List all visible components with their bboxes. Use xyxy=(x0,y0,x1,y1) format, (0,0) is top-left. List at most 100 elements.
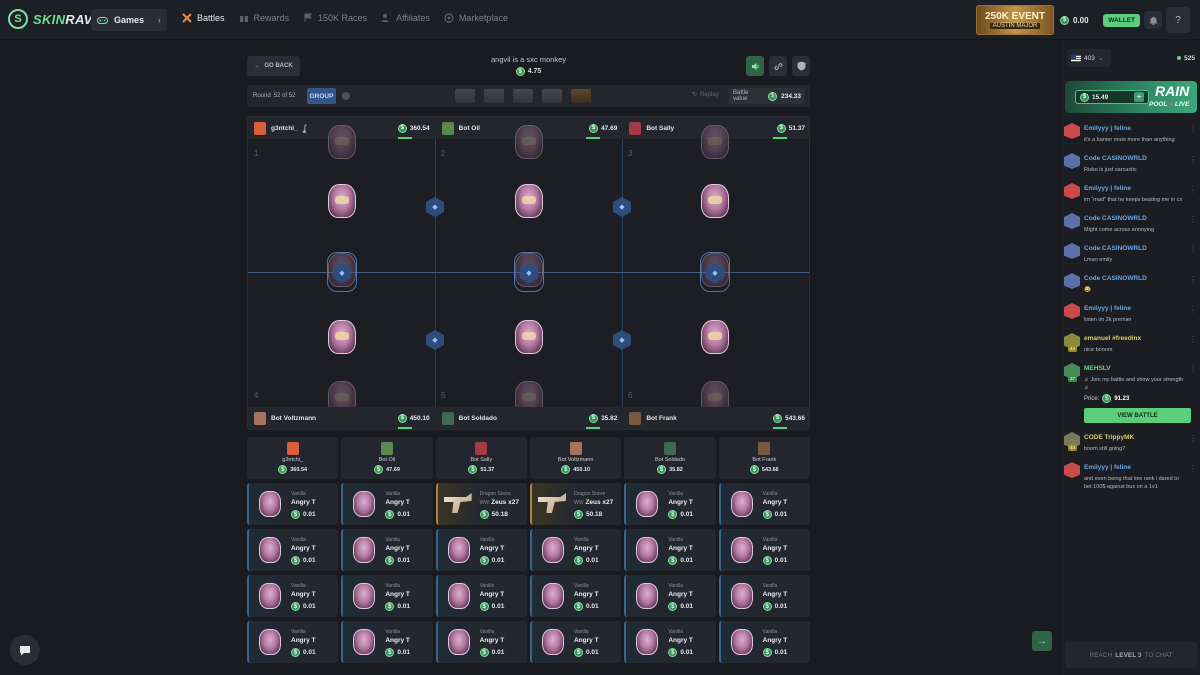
user-avatar[interactable] xyxy=(1064,462,1080,478)
view-battle-button[interactable]: VIEW BATTLE xyxy=(1084,408,1191,423)
site-logo[interactable]: S SKINRAVE xyxy=(8,9,102,29)
games-menu-button[interactable]: Games ‹ xyxy=(91,9,167,31)
info-icon[interactable] xyxy=(342,92,350,100)
drop-card[interactable]: Vanilla Angry T $0.01 xyxy=(247,575,339,617)
slot-number: 1 xyxy=(254,149,259,158)
drop-card[interactable]: Vanilla Angry T $0.01 xyxy=(624,575,716,617)
item-name: Angry T xyxy=(574,545,599,552)
chat-username[interactable]: Code CASINOWRLD xyxy=(1084,241,1187,256)
chat-username[interactable]: Emilyyy | feline xyxy=(1084,121,1187,136)
drop-card[interactable]: Vanilla Angry T $0.01 xyxy=(718,529,810,571)
drop-card[interactable]: Vanilla Angry T $0.01 xyxy=(718,621,810,663)
replay-button[interactable]: ↻ Replay xyxy=(692,91,719,99)
coin-icon: $ xyxy=(589,123,599,133)
more-options-icon[interactable]: ⋮ xyxy=(1189,215,1197,224)
drop-card[interactable]: Vanilla Angry T $0.01 xyxy=(624,529,716,571)
rain-pool-banner[interactable]: $ 15.49 + RAIN POOL ● LIVE xyxy=(1065,81,1197,113)
drop-card[interactable]: Vanilla Angry T $0.01 xyxy=(624,483,716,525)
user-avatar[interactable] xyxy=(1064,273,1080,289)
more-options-icon[interactable]: ⋮ xyxy=(1189,305,1197,314)
more-options-icon[interactable]: ⋮ xyxy=(1189,125,1197,134)
more-options-icon[interactable]: ⋮ xyxy=(1189,434,1197,443)
chat-username[interactable]: Code CASINOWRLD xyxy=(1084,151,1187,166)
chat-username[interactable]: CODE TrippyMK xyxy=(1084,430,1187,445)
user-avatar[interactable] xyxy=(1064,183,1080,199)
chat-username[interactable]: Code CASINOWRLD xyxy=(1084,211,1187,226)
divider xyxy=(622,139,623,409)
more-options-icon[interactable]: ⋮ xyxy=(1189,155,1197,164)
user-menu-button[interactable]: ? xyxy=(1166,7,1190,33)
drop-card[interactable]: Vanilla Angry T $0.01 xyxy=(624,621,716,663)
more-options-icon[interactable]: ⋮ xyxy=(1189,335,1197,344)
notifications-button[interactable] xyxy=(1144,11,1162,29)
drop-card[interactable]: Vanilla Angry T $0.01 xyxy=(341,529,433,571)
coin-icon: $ xyxy=(291,510,300,519)
user-avatar[interactable] xyxy=(1064,303,1080,319)
collapse-chat-button[interactable]: → xyxy=(1032,631,1052,651)
drop-card[interactable]: Vanilla Angry T $0.01 xyxy=(247,483,339,525)
chat-username[interactable]: MEHSLV xyxy=(1084,361,1187,376)
user-avatar[interactable] xyxy=(1064,243,1080,259)
more-options-icon[interactable]: ⋮ xyxy=(1189,365,1197,374)
round-bar: Round 52 of 52 GROUP ↻ Replay Battle val… xyxy=(247,85,810,107)
drop-card[interactable]: Vanilla Angry T $0.01 xyxy=(247,529,339,571)
drop-card[interactable]: Vanilla Angry T $0.01 xyxy=(341,483,433,525)
nav-races[interactable]: 150K Races xyxy=(303,13,367,23)
drop-card[interactable]: Vanilla Angry T $0.01 xyxy=(529,529,622,571)
drop-card[interactable]: Vanilla Angry T $0.01 xyxy=(718,483,810,525)
balance-box: $ 0.00 WALLET xyxy=(1060,11,1140,29)
drop-card[interactable]: Vanilla Angry T $0.01 xyxy=(718,575,810,617)
drop-card[interactable]: Vanilla Angry T $0.01 xyxy=(247,621,339,663)
chat-username[interactable]: Emilyyy | feline xyxy=(1084,301,1187,316)
chat-username[interactable]: Emilyyy | feline xyxy=(1084,460,1187,475)
rain-tip-button[interactable]: + xyxy=(1134,92,1144,102)
chat-username[interactable]: Emilyyy | feline xyxy=(1084,181,1187,196)
drop-card[interactable]: Vanilla Angry T $0.01 xyxy=(341,621,433,663)
player-slot-4: Bot Voltzmann $450.10 xyxy=(248,407,436,429)
item-rarity: Vanilla xyxy=(479,537,495,543)
summary-card[interactable]: Bot Oil $47.69 xyxy=(341,437,433,479)
support-chat-button[interactable] xyxy=(10,635,40,665)
user-avatar[interactable] xyxy=(1064,153,1080,169)
drop-card[interactable]: Vanilla Angry T $0.01 xyxy=(435,575,527,617)
summary-card[interactable]: Bot Sally $51.37 xyxy=(435,437,527,479)
user-avatar[interactable] xyxy=(1064,213,1080,229)
summary-card[interactable]: Bot Frank $543.66 xyxy=(718,437,810,479)
summary-card[interactable]: Bot Soldado $35.82 xyxy=(624,437,716,479)
item-rarity: Vanilla xyxy=(668,629,683,635)
chat-message: Emilyyy | feline listen im 2k premier ⋮ xyxy=(1061,301,1200,324)
chat-username[interactable]: Code CASINOWRLD xyxy=(1084,271,1187,286)
go-back-button[interactable]: ← GO BACK xyxy=(247,56,300,76)
nav-affiliates[interactable]: Affiliates xyxy=(381,13,430,23)
slot-number: 4 xyxy=(254,391,259,400)
summary-card[interactable]: g3ntchi_ $360.54 xyxy=(247,437,339,479)
nav-rewards[interactable]: Rewards xyxy=(239,13,289,23)
drop-card[interactable]: Vanilla Angry T $0.01 xyxy=(341,575,433,617)
chat-username[interactable]: emanuel #freedinx xyxy=(1084,331,1187,346)
item-rarity: Dragon Snore xyxy=(479,491,511,497)
more-options-icon[interactable]: ⋮ xyxy=(1189,185,1197,194)
more-options-icon[interactable]: ⋮ xyxy=(1189,245,1197,254)
drop-card[interactable]: Vanilla Angry T $0.01 xyxy=(435,529,527,571)
more-options-icon[interactable]: ⋮ xyxy=(1189,464,1197,473)
more-options-icon[interactable]: ⋮ xyxy=(1189,275,1197,284)
drop-card[interactable]: Vanilla Angry T $0.01 xyxy=(529,621,622,663)
drop-card[interactable]: Vanilla Angry T $0.01 xyxy=(529,575,622,617)
language-select[interactable]: 403 ⌄ xyxy=(1067,49,1111,67)
player-name: Bot Oil xyxy=(378,457,396,463)
wallet-button[interactable]: WALLET xyxy=(1103,13,1140,27)
copy-link-button[interactable] xyxy=(769,56,787,76)
event-banner[interactable]: 250K EVENT AUSTIN MAJOR xyxy=(976,5,1054,35)
drop-card[interactable]: Dragon Snore WW Zeus x27 $50.18 xyxy=(435,483,527,525)
fairness-button[interactable] xyxy=(792,56,810,76)
nav-battles[interactable]: Battles xyxy=(182,13,225,23)
item-name-text: Angry T xyxy=(762,499,788,506)
summary-card[interactable]: Bot Voltzmann $450.10 xyxy=(529,437,622,479)
user-avatar[interactable] xyxy=(1064,123,1080,139)
sound-button[interactable] xyxy=(746,56,764,76)
drop-card[interactable]: Dragon Snore WW Zeus x27 $50.18 xyxy=(529,483,622,525)
winner-indicator xyxy=(585,427,600,429)
nav-marketplace[interactable]: Marketplace xyxy=(444,13,508,23)
drop-card[interactable]: Vanilla Angry T $0.01 xyxy=(435,621,527,663)
player-summary: g3ntchi_ $360.54 Bot Oil $47.69 Bot Sally $… xyxy=(247,437,810,479)
